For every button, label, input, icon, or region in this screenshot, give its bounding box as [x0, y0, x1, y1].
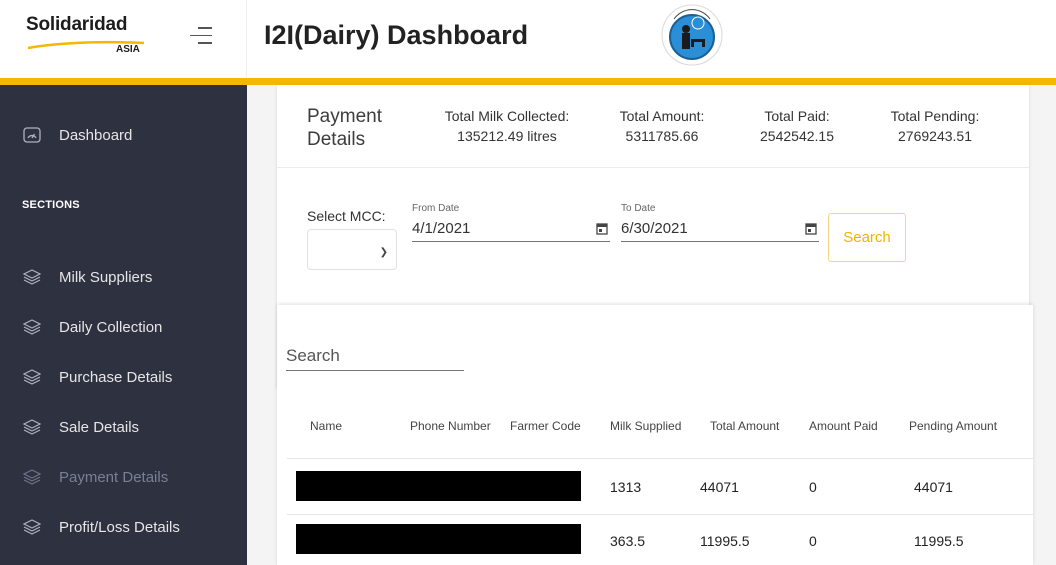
- stat-value: 2542542.15: [760, 128, 834, 144]
- sidebar-item-milk-suppliers[interactable]: Milk Suppliers: [0, 257, 247, 297]
- sidebar-item-dashboard[interactable]: Dashboard: [0, 115, 247, 155]
- sidebar-item-purchase-details[interactable]: Purchase Details: [0, 357, 247, 397]
- header-accent-bar: [0, 78, 1056, 85]
- layers-icon: [22, 469, 42, 485]
- stat-label: Total Pending:: [890, 108, 980, 124]
- sidebar-section-heading: SECTIONS: [22, 199, 80, 211]
- sidebar-item-label: Profit/Loss Details: [59, 518, 180, 536]
- column-header-pending-amount[interactable]: Pending Amount: [909, 419, 997, 433]
- from-date-field: From Date 4/1/2021: [412, 203, 610, 242]
- table-search-input[interactable]: Search: [286, 341, 464, 371]
- summary-title: Payment Details: [307, 106, 382, 150]
- stat-label: Total Amount:: [619, 108, 705, 124]
- column-header-amount-paid[interactable]: Amount Paid: [809, 419, 878, 433]
- sidebar-item-label: Sale Details: [59, 418, 140, 436]
- layers-icon: [22, 269, 42, 285]
- payment-table-card: Search Name Phone Number Farmer Code Mil…: [277, 305, 1033, 565]
- sidebar-item-label: Daily Collection: [59, 318, 163, 336]
- summary-stats-row: Payment Details Total Milk Collected: 13…: [277, 85, 1029, 168]
- to-date-label: To Date: [621, 203, 656, 214]
- stat-total-paid: Total Paid: 2542542.15: [747, 108, 847, 144]
- solidaridad-logo[interactable]: Solidaridad ASIA: [26, 14, 145, 55]
- to-date-input[interactable]: 6/30/2021: [621, 220, 819, 242]
- from-date-input[interactable]: 4/1/2021: [412, 220, 610, 242]
- stat-value: 2769243.51: [898, 128, 972, 144]
- table-row[interactable]: 1313 44071 0 44071: [287, 458, 1033, 514]
- from-date-value: 4/1/2021: [412, 220, 471, 237]
- cell-amount-paid: 0: [809, 479, 817, 495]
- layers-icon: [22, 419, 42, 435]
- sidebar-item-label: Payment Details: [59, 468, 169, 486]
- i2i-dairy-logo-icon: [661, 4, 723, 66]
- gauge-icon: [23, 127, 41, 143]
- sidebar-item-sale-details[interactable]: Sale Details: [0, 407, 247, 447]
- brand-subtitle: ASIA: [116, 44, 140, 55]
- column-header-name[interactable]: Name: [310, 419, 342, 433]
- calendar-icon[interactable]: [596, 222, 608, 235]
- layers-icon: [22, 319, 42, 335]
- stat-value: 5311785.66: [625, 128, 699, 144]
- search-button[interactable]: Search: [828, 213, 906, 262]
- cell-total-amount: 11995.5: [700, 533, 750, 549]
- layers-icon: [22, 519, 42, 535]
- sidebar-item-label: Milk Suppliers: [59, 268, 153, 286]
- column-header-phone[interactable]: Phone Number: [410, 419, 491, 433]
- sidebar-item-label: Dashboard: [59, 126, 133, 144]
- redacted-block: [296, 471, 581, 501]
- sidebar-item-payment-details[interactable]: Payment Details: [0, 457, 247, 497]
- column-header-milk-supplied[interactable]: Milk Supplied: [610, 419, 681, 433]
- to-date-field: To Date 6/30/2021: [621, 203, 819, 242]
- column-header-total-amount[interactable]: Total Amount: [710, 419, 779, 433]
- stat-label: Total Paid:: [764, 108, 830, 124]
- table-row[interactable]: 363.5 11995.5 0 11995.5: [287, 514, 1033, 565]
- brand-name: Solidaridad: [26, 14, 128, 35]
- column-header-farmer-code[interactable]: Farmer Code: [510, 419, 581, 433]
- mcc-label: Select MCC:: [307, 208, 386, 224]
- stat-total-pending: Total Pending: 2769243.51: [875, 108, 995, 144]
- app-header: Solidaridad ASIA I2I(Dairy) Dashboard: [0, 0, 1056, 80]
- chevron-down-icon: ❯: [379, 247, 388, 258]
- from-date-label: From Date: [412, 203, 460, 214]
- stat-value: 135212.49 litres: [457, 128, 557, 144]
- cell-milk-supplied: 1313: [610, 479, 642, 495]
- to-date-value: 6/30/2021: [621, 220, 688, 237]
- cell-pending-amount: 11995.5: [914, 533, 964, 549]
- stat-total-milk: Total Milk Collected: 135212.49 litres: [437, 108, 577, 144]
- cell-total-amount: 44071: [700, 479, 739, 495]
- page-title: I2I(Dairy) Dashboard: [264, 20, 529, 50]
- sidebar-item-profit-loss-details[interactable]: Profit/Loss Details: [0, 507, 247, 547]
- stat-label: Total Milk Collected:: [444, 108, 570, 124]
- cell-pending-amount: 44071: [914, 479, 953, 495]
- menu-toggle-icon[interactable]: [190, 27, 212, 47]
- cell-milk-supplied: 363.5: [610, 533, 646, 549]
- calendar-icon[interactable]: [805, 222, 817, 235]
- sidebar: Dashboard SECTIONS Milk Suppliers Daily …: [0, 85, 247, 565]
- stat-total-amount: Total Amount: 5311785.66: [607, 108, 717, 144]
- cell-amount-paid: 0: [809, 533, 817, 549]
- brand-panel: Solidaridad ASIA: [0, 0, 247, 78]
- redacted-block: [296, 524, 581, 554]
- layers-icon: [22, 369, 42, 385]
- main-content: Payment Details Total Milk Collected: 13…: [247, 85, 1056, 565]
- sidebar-item-daily-collection[interactable]: Daily Collection: [0, 307, 247, 347]
- sidebar-item-label: Purchase Details: [59, 368, 173, 386]
- mcc-select[interactable]: ❯: [307, 229, 397, 270]
